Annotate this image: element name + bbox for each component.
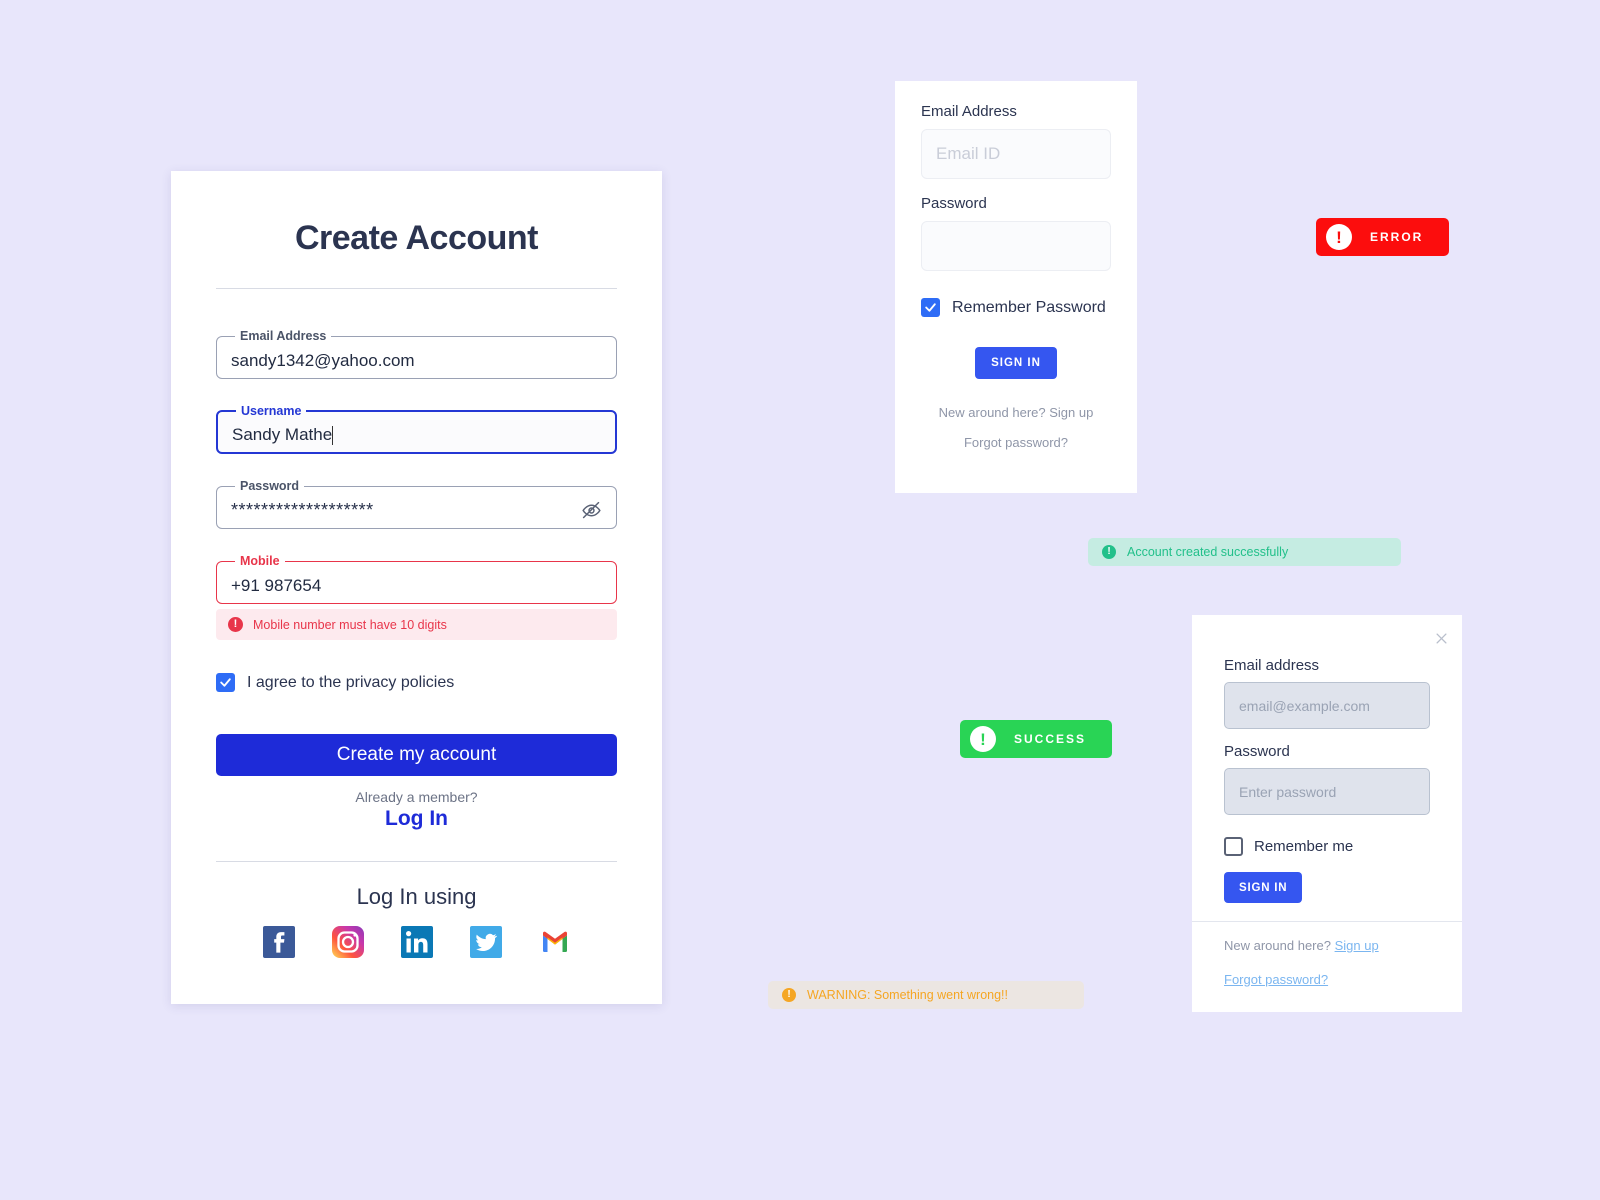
sign-in-modal: Email address Password Remember me SIGN … bbox=[1192, 615, 1462, 1012]
sign-in-modal-form: Email address Password Remember me SIGN … bbox=[1192, 615, 1462, 903]
modal-forgot-password-link[interactable]: Forgot password? bbox=[1224, 972, 1328, 987]
title-divider bbox=[216, 288, 617, 289]
modal-forgot-row: Forgot password? bbox=[1224, 972, 1430, 987]
email-field-outline: Email Address bbox=[216, 329, 617, 379]
username-field-outline: Username Sandy Mathe bbox=[216, 404, 617, 454]
warning-toast-icon: ! bbox=[782, 988, 796, 1002]
signin-email-input[interactable] bbox=[921, 129, 1111, 179]
remember-password-checkbox[interactable] bbox=[921, 298, 940, 317]
success-badge-label: SUCCESS bbox=[1014, 732, 1087, 746]
signin-links: New around here? Sign up Forgot password… bbox=[921, 405, 1111, 450]
page-title: Create Account bbox=[294, 219, 539, 257]
warning-toast-message: WARNING: Something went wrong!! bbox=[807, 988, 1008, 1002]
signin-button[interactable]: SIGN IN bbox=[975, 347, 1057, 379]
email-field-group: Email Address bbox=[216, 329, 617, 379]
create-account-card: Create Account Email Address Username Sa… bbox=[171, 171, 662, 1004]
social-divider bbox=[216, 861, 617, 862]
social-login-title: Log In using bbox=[356, 884, 477, 909]
modal-signin-button[interactable]: SIGN IN bbox=[1224, 872, 1303, 903]
mobile-field-outline: Mobile bbox=[216, 554, 617, 604]
signin-password-label: Password bbox=[921, 195, 987, 212]
mobile-field-label: Mobile bbox=[240, 554, 280, 568]
sign-in-form: Email Address Password Remember Password… bbox=[895, 81, 1137, 450]
password-field-label: Password bbox=[240, 479, 300, 493]
modal-links: New around here? Sign up Forgot password… bbox=[1192, 922, 1462, 987]
social-login-row bbox=[216, 926, 617, 958]
page-canvas: Create Account Email Address Username Sa… bbox=[0, 0, 1600, 1200]
twitter-icon[interactable] bbox=[469, 926, 502, 958]
login-link[interactable]: Log In bbox=[216, 807, 617, 831]
close-icon[interactable] bbox=[1432, 629, 1450, 647]
mobile-input[interactable] bbox=[231, 575, 602, 596]
modal-signin-button-wrap: SIGN IN bbox=[1224, 872, 1430, 903]
password-value-row: ******************* bbox=[231, 500, 602, 521]
success-toast-message: Account created successfully bbox=[1127, 545, 1289, 559]
create-account-button[interactable]: Create my account bbox=[216, 734, 617, 776]
password-masked-value[interactable]: ******************* bbox=[231, 500, 581, 521]
username-value: Sandy Mathe bbox=[232, 425, 333, 444]
modal-password-label: Password bbox=[1224, 743, 1290, 760]
remember-password-row[interactable]: Remember Password bbox=[921, 298, 1111, 317]
email-field-label: Email Address bbox=[240, 329, 327, 343]
password-field-outline: Password ******************* bbox=[216, 479, 617, 529]
mobile-error-banner: ! Mobile number must have 10 digits bbox=[216, 609, 617, 640]
modal-signup-prefix: New around here? bbox=[1224, 938, 1335, 953]
forgot-password-link[interactable]: Forgot password? bbox=[921, 435, 1111, 450]
username-field-label: Username bbox=[241, 404, 302, 418]
signin-button-wrap: SIGN IN bbox=[921, 347, 1111, 379]
success-toast-icon: ! bbox=[1102, 545, 1116, 559]
facebook-icon[interactable] bbox=[262, 926, 295, 958]
signup-link[interactable]: New around here? Sign up bbox=[921, 405, 1111, 420]
warning-toast: ! WARNING: Something went wrong!! bbox=[768, 981, 1084, 1009]
remember-me-label: Remember me bbox=[1254, 838, 1354, 855]
modal-email-label: Email address bbox=[1224, 657, 1320, 674]
modal-signup-link[interactable]: Sign up bbox=[1335, 938, 1379, 953]
privacy-checkbox-row[interactable]: I agree to the privacy policies bbox=[216, 673, 617, 692]
privacy-checkbox-label: I agree to the privacy policies bbox=[247, 673, 455, 691]
sign-in-card: Email Address Password Remember Password… bbox=[895, 81, 1137, 493]
gmail-icon[interactable] bbox=[539, 926, 571, 958]
instagram-icon[interactable] bbox=[331, 926, 364, 958]
text-caret bbox=[332, 425, 334, 445]
password-field-group: Password ******************* bbox=[216, 479, 617, 529]
success-toast: ! Account created successfully bbox=[1088, 538, 1401, 566]
eye-off-icon[interactable] bbox=[581, 500, 602, 521]
remember-password-label: Remember Password bbox=[952, 298, 1106, 316]
signin-email-label: Email Address bbox=[921, 103, 1017, 120]
already-member-text: Already a member? bbox=[355, 789, 478, 805]
error-circle-icon: ! bbox=[228, 617, 243, 632]
remember-me-checkbox[interactable] bbox=[1224, 837, 1243, 856]
privacy-checkbox[interactable] bbox=[216, 673, 235, 692]
remember-me-row[interactable]: Remember me bbox=[1224, 837, 1430, 856]
signin-password-input[interactable] bbox=[921, 221, 1111, 271]
linkedin-icon[interactable] bbox=[400, 926, 433, 958]
error-badge: ! ERROR bbox=[1316, 218, 1450, 256]
error-badge-label: ERROR bbox=[1370, 230, 1424, 244]
username-field-group: Username Sandy Mathe bbox=[216, 404, 617, 454]
username-value-row[interactable]: Sandy Mathe bbox=[232, 425, 601, 445]
error-exclamation-icon: ! bbox=[1326, 224, 1352, 250]
modal-signup-row: New around here? Sign up bbox=[1224, 938, 1430, 953]
mobile-field-group: Mobile ! Mobile number must have 10 digi… bbox=[216, 554, 617, 640]
modal-email-input[interactable] bbox=[1224, 682, 1430, 729]
success-badge: ! SUCCESS bbox=[960, 720, 1113, 758]
success-exclamation-icon: ! bbox=[970, 726, 996, 752]
mobile-error-message: Mobile number must have 10 digits bbox=[253, 617, 447, 632]
signup-form: Email Address Username Sandy Mathe Passw… bbox=[216, 329, 617, 958]
modal-password-input[interactable] bbox=[1224, 768, 1430, 815]
email-input[interactable] bbox=[231, 350, 602, 371]
